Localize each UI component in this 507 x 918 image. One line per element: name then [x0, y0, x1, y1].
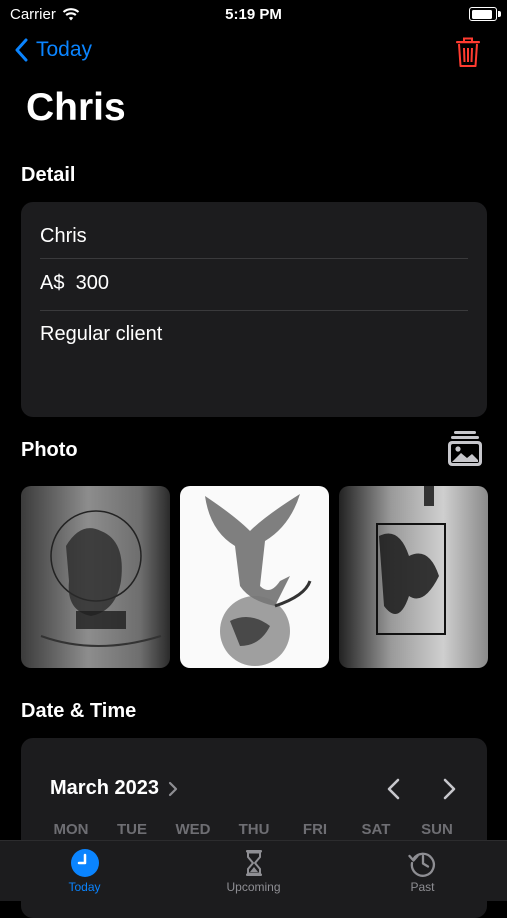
weekday-header: MON TUE WED THU FRI SAT SUN — [41, 821, 467, 838]
photo-library-icon[interactable] — [446, 430, 484, 468]
weekday-label: TUE — [117, 821, 147, 838]
chevron-left-icon — [15, 38, 28, 62]
trash-icon[interactable] — [453, 36, 483, 68]
weekday-label: MON — [53, 821, 89, 838]
amount-value: 300 — [75, 272, 109, 294]
month-label: March 2023 — [50, 777, 159, 799]
month-picker-button[interactable]: March 2023 — [50, 777, 178, 800]
name-field[interactable]: Chris — [40, 225, 468, 248]
next-month-icon[interactable] — [438, 778, 460, 800]
detail-section-label: Detail — [21, 164, 76, 186]
currency-label: A$ — [40, 272, 65, 294]
amount-field[interactable]: A$ 300 — [40, 272, 468, 295]
history-icon — [407, 852, 435, 877]
tattoo-photo-3-image — [376, 486, 446, 635]
back-button[interactable]: Today — [14, 38, 92, 62]
back-label: Today — [36, 38, 93, 61]
notes-field[interactable]: Regular client — [40, 323, 468, 346]
status-bar: Carrier 5:19 PM — [0, 0, 507, 30]
tattoo-photo-1[interactable] — [21, 486, 170, 668]
divider — [40, 310, 468, 311]
photo-section-label: Photo — [21, 439, 78, 461]
battery-icon — [469, 7, 501, 21]
chevron-right-icon — [168, 781, 178, 796]
weekday-label: SAT — [361, 821, 391, 838]
clock-icon — [70, 849, 99, 877]
status-time: 5:19 PM — [225, 6, 282, 23]
divider — [40, 258, 468, 259]
tattoo-photo-3[interactable] — [339, 486, 488, 668]
tab-label: Upcoming — [226, 880, 281, 894]
tattoo-photo-1-image — [40, 510, 162, 647]
tattoo-photo-2[interactable] — [180, 486, 329, 668]
tab-upcoming[interactable]: Upcoming — [169, 841, 338, 901]
tab-bar: Today Upcoming Past — [0, 840, 507, 901]
tab-past[interactable]: Past — [338, 841, 507, 901]
weekday-label: THU — [238, 821, 270, 838]
page-title: Chris — [26, 86, 126, 129]
weekday-label: SUN — [421, 821, 453, 838]
tab-label: Today — [68, 880, 101, 894]
weekday-label: FRI — [302, 821, 328, 838]
tab-today[interactable]: Today — [0, 841, 169, 901]
hourglass-icon — [245, 850, 262, 876]
tab-label: Past — [410, 880, 435, 894]
tattoo-photo-2-image — [205, 494, 312, 666]
detail-card: Chris A$ 300 Regular client — [21, 202, 487, 417]
weekday-label: WED — [175, 821, 211, 838]
previous-month-icon[interactable] — [383, 778, 405, 800]
datetime-section-label: Date & Time — [21, 700, 137, 722]
